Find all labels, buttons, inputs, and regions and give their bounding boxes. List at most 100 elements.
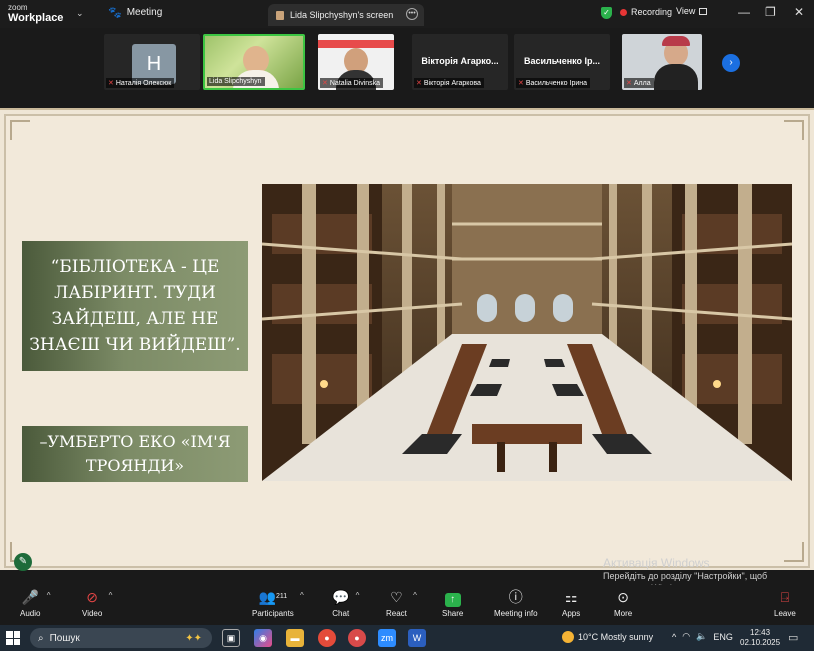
participant-tile[interactable]: Васильченко Ір... ✕ Васильченко Ірина <box>514 34 610 90</box>
corner-ornament <box>10 120 30 140</box>
system-tray[interactable]: ^ ◠ 🔈 ENG <box>672 631 733 642</box>
chat-icon: 💬 <box>332 589 350 605</box>
share-tab-label: Lida Slipchyshyn's screen <box>290 10 394 20</box>
shield-icon[interactable]: ✓ <box>601 7 612 19</box>
wifi-icon[interactable]: ◠ <box>682 631 690 642</box>
participant-name: Васильченко Ірина <box>525 79 588 87</box>
participant-name-tag: ✕ Вікторія Агаркова <box>414 78 484 88</box>
chat-button[interactable]: 💬 Chat ^ <box>332 589 359 618</box>
meeting-label: Meeting <box>126 7 163 18</box>
next-page-icon[interactable]: › <box>722 54 740 72</box>
mic-muted-icon: ✕ <box>518 80 524 87</box>
share-button[interactable]: ↑ Share <box>442 589 463 618</box>
chevron-up-icon[interactable]: ^ <box>356 591 360 600</box>
participant-tile-active[interactable]: Lida Slipchyshyn <box>203 34 305 90</box>
video-hat <box>662 36 690 46</box>
video-banner <box>318 40 394 48</box>
record-dot-icon <box>620 8 627 16</box>
mic-muted-icon: ✕ <box>322 80 328 87</box>
apps-icon: ⚏ <box>564 589 578 605</box>
recording-label: Recording <box>631 7 673 17</box>
chevron-up-icon[interactable]: ^ <box>672 632 676 642</box>
windows-taskbar: ⌕ Пошук ✦✦ ▣ ◉ ▬ ● ● zm W 10°C Mostly su… <box>0 625 814 651</box>
people-icon: 👥211 <box>258 589 288 605</box>
mic-muted-icon: ✕ <box>626 80 632 87</box>
view-button[interactable]: View <box>676 6 708 16</box>
clock[interactable]: 12:43 02.10.2025 <box>740 628 780 648</box>
annotate-pen-icon[interactable]: ✎ <box>14 553 32 571</box>
search-placeholder: Пошук <box>49 632 80 644</box>
participants-button[interactable]: 👥211 Participants ^ <box>252 589 304 618</box>
video-button[interactable]: ⊘ Video ^ <box>82 589 112 618</box>
more-button[interactable]: ⊙ More <box>614 589 632 618</box>
video-off-icon: ⊘ <box>86 589 99 605</box>
chat-label: Chat <box>332 609 350 618</box>
mic-muted-icon: 🎤 <box>21 589 39 605</box>
apps-button[interactable]: ⚏ Apps <box>562 589 580 618</box>
share-arrow-icon: ↑ <box>442 589 463 607</box>
meeting-tab[interactable]: 🐾 Meeting <box>108 6 162 19</box>
windows-start-icon[interactable] <box>6 631 20 645</box>
weather-widget[interactable]: 10°C Mostly sunny <box>562 631 653 643</box>
participant-name-tag: ✕ Наталія Олексюк <box>106 78 175 88</box>
weather-text: 10°C Mostly sunny <box>578 632 654 642</box>
participant-tile[interactable]: Вікторія Агарко... ✕ Вікторія Агаркова <box>412 34 508 90</box>
library-illustration <box>262 184 792 481</box>
participant-tile[interactable]: ✕ Natalia Divinska <box>318 34 394 90</box>
chrome-icon[interactable]: ● <box>318 629 336 647</box>
share-label: Share <box>442 609 464 618</box>
participant-name: Lida Slipchyshyn <box>209 78 262 85</box>
participant-name: Natalia Divinska <box>329 79 381 87</box>
participant-tile[interactable]: ✕ Алла <box>622 34 702 90</box>
copilot-icon[interactable]: ◉ <box>254 629 272 647</box>
zoom-taskbar-icon[interactable]: zm <box>378 629 396 647</box>
leave-door-icon: ⍈ <box>780 589 790 605</box>
sun-icon <box>562 631 574 643</box>
mic-muted-icon: ✕ <box>108 80 114 87</box>
activation-line: Перейдіть до розділу "Настройки", щоб <box>603 571 768 581</box>
meeting-controls: 🎤 Audio ^ ⊘ Video ^ 👥211 Participants ^ … <box>0 585 814 625</box>
leave-button[interactable]: ⍈ Leave <box>774 589 796 618</box>
participant-name: Вікторія Агаркова <box>423 79 481 87</box>
chevron-up-icon[interactable]: ^ <box>300 591 304 600</box>
recording-indicator[interactable]: Recording <box>620 7 672 17</box>
word-icon[interactable]: W <box>408 629 426 647</box>
clock-time: 12:43 <box>750 628 771 637</box>
mic-muted-icon: ✕ <box>416 80 422 87</box>
meeting-info-label: Meeting info <box>494 609 538 618</box>
activation-title: Активація Windows <box>603 556 710 570</box>
participant-tile[interactable]: H ✕ Наталія Олексюк <box>104 34 200 90</box>
participant-strip: H ✕ Наталія Олексюк Lida Slipchyshyn ✕ Nat… <box>0 28 814 92</box>
chrome-profile-icon[interactable]: ● <box>348 629 366 647</box>
task-view-icon[interactable]: ▣ <box>222 629 240 647</box>
minimize-icon[interactable]: — <box>738 5 750 19</box>
more-label: More <box>614 609 633 618</box>
taskbar-search[interactable]: ⌕ Пошук ✦✦ <box>30 628 212 648</box>
more-options-icon[interactable]: ••• <box>406 8 418 20</box>
language-indicator[interactable]: ENG <box>713 632 733 642</box>
corner-ornament <box>784 542 804 562</box>
meeting-info-button[interactable]: ⓘ Meeting info <box>494 589 538 618</box>
paw-icon: 🐾 <box>108 7 122 19</box>
video-label: Video <box>82 609 103 618</box>
notification-icon[interactable]: ▭ <box>788 631 798 644</box>
react-label: React <box>386 609 407 618</box>
chevron-up-icon[interactable]: ^ <box>47 591 51 600</box>
audio-button[interactable]: 🎤 Audio ^ <box>20 589 50 618</box>
file-explorer-icon[interactable]: ▬ <box>286 629 304 647</box>
chevron-up-icon[interactable]: ^ <box>413 591 417 600</box>
chevron-up-icon[interactable]: ^ <box>109 591 113 600</box>
participant-display-name: Вікторія Агарко... <box>421 56 499 66</box>
participants-label: Participants <box>252 609 294 618</box>
close-icon[interactable]: ✕ <box>794 5 804 19</box>
participants-count: 211 <box>276 593 288 600</box>
audio-label: Audio <box>20 609 41 618</box>
react-button[interactable]: ♡ React ^ <box>386 589 417 618</box>
library-photo <box>262 184 792 481</box>
restore-icon[interactable]: ❐ <box>765 5 776 19</box>
volume-icon[interactable]: 🔈 <box>696 631 707 642</box>
chevron-down-icon[interactable]: ⌄ <box>76 8 84 19</box>
title-bar: zoom Workplace ⌄ 🐾 Meeting Lida Slipchys… <box>0 0 814 28</box>
share-tab[interactable]: Lida Slipchyshyn's screen ••• <box>268 4 424 26</box>
view-label: View <box>676 6 696 16</box>
